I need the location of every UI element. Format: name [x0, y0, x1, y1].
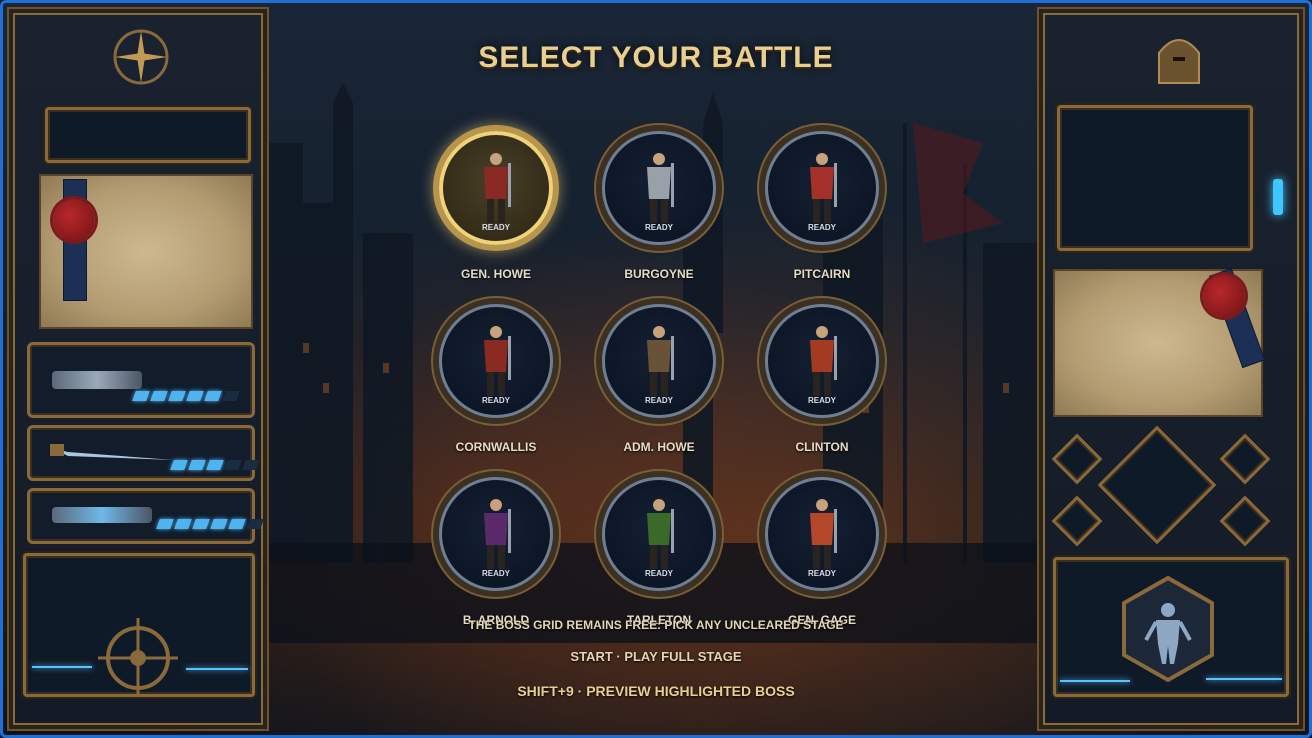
lightning-icon [186, 668, 248, 670]
lantern-icon [1273, 179, 1283, 215]
wax-seal-icon [53, 199, 95, 241]
boss-card[interactable]: READY B. ARNOLD [421, 473, 571, 633]
boss-status-label: READY [481, 569, 510, 578]
boss-sprite-icon [810, 499, 837, 569]
boss-sprite-icon [810, 326, 837, 396]
boss-card[interactable]: READY BURGOYNE [584, 127, 734, 287]
boss-card[interactable]: READY GEN. HOWE [421, 127, 571, 287]
boss-status-label: READY [807, 569, 836, 578]
screen-title: SELECT YOUR BATTLE [478, 41, 834, 74]
weapon-1-energy [132, 391, 240, 401]
boss-name-label: PITCAIRN [793, 267, 851, 281]
boss-sprite-icon [647, 499, 674, 569]
boss-sprite-icon [484, 499, 511, 569]
boss-card[interactable]: READY CLINTON [747, 300, 897, 460]
right-status-slot [1057, 105, 1253, 251]
boss-sprite-icon [810, 153, 837, 223]
boss-status-label: READY [644, 569, 673, 578]
boss-status-label: READY [481, 396, 510, 405]
boss-name-label: BURGOYNE [624, 267, 694, 281]
tesla-gun-icon [52, 507, 152, 523]
game-screen: SELECT YOUR BATTLE READY GEN. HOWE READY BU… [0, 0, 1312, 738]
cannon-icon [52, 371, 142, 389]
boss-name-label: CLINTON [795, 440, 849, 454]
start-hint-text: START · PLAY FULL STAGE [570, 649, 742, 664]
boss-name-label: CORNWALLIS [455, 440, 537, 454]
lightning-icon [1060, 680, 1130, 682]
boss-card[interactable]: READY GEN. GAGE [747, 473, 897, 633]
preview-hint-text: SHIFT+9 · PREVIEW HIGHLIGHTED BOSS [517, 683, 795, 699]
boss-status-label: READY [807, 223, 836, 232]
ship-wheel-icon [98, 618, 178, 694]
diamond-slot [1219, 433, 1271, 485]
boss-sprite-icon [647, 326, 674, 396]
center-diamond-slot [1097, 425, 1217, 545]
boss-status-label: READY [807, 396, 836, 405]
weapon-slot-1[interactable] [27, 342, 255, 418]
diamond-slot [1051, 433, 1103, 485]
boss-name-label: GEN. HOWE [460, 267, 531, 281]
boss-name-label: ADM. HOWE [623, 440, 695, 454]
lightning-icon [1206, 678, 1282, 680]
boss-card[interactable]: READY PITCAIRN [747, 127, 897, 287]
wax-seal-icon [1203, 275, 1245, 317]
boss-status-label: READY [644, 223, 673, 232]
boss-status-label: READY [644, 396, 673, 405]
left-status-slot [45, 107, 251, 163]
weapon-2-energy [170, 460, 260, 470]
grid-hint-text: THE BOSS GRID REMAINS FREE: PICK ANY UNC… [468, 618, 844, 632]
boss-sprite-icon [484, 326, 511, 396]
lightning-icon [32, 666, 92, 668]
saber-icon [50, 444, 174, 460]
weapon-3-energy [156, 519, 264, 529]
boss-card[interactable]: READY TARLETON [584, 473, 734, 633]
boss-sprite-icon [647, 153, 674, 223]
diamond-slot [1219, 495, 1271, 547]
boss-status-label: READY [481, 223, 510, 232]
weapon-slot-3[interactable] [27, 488, 264, 544]
boss-card[interactable]: READY ADM. HOWE [584, 300, 734, 460]
boss-sprite-icon [484, 153, 511, 223]
weapon-slot-2[interactable] [27, 425, 260, 481]
diamond-slot [1051, 495, 1103, 547]
boss-card[interactable]: READY CORNWALLIS [421, 300, 571, 460]
